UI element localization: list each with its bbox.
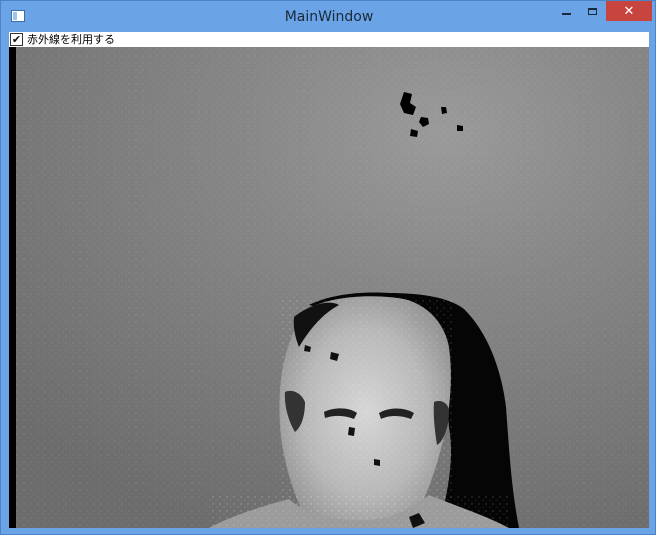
options-bar: ✔ 赤外線を利用する [9,32,649,47]
use-infrared-checkbox[interactable]: ✔ [10,33,23,46]
close-button[interactable]: ✕ [606,1,652,21]
maximize-icon [587,7,597,15]
use-infrared-label[interactable]: 赤外線を利用する [27,32,115,47]
title-bar[interactable]: MainWindow ✕ [1,1,656,32]
infrared-camera-view [9,47,649,528]
client-area: ✔ 赤外線を利用する [9,32,649,528]
checkmark-icon: ✔ [11,33,22,46]
main-window: MainWindow ✕ ✔ 赤外線を利用する [0,0,656,535]
infrared-image [9,47,649,528]
minimize-icon [561,13,571,15]
maximize-button[interactable] [579,1,605,21]
close-icon: ✕ [623,3,635,19]
minimize-button[interactable] [553,1,579,21]
